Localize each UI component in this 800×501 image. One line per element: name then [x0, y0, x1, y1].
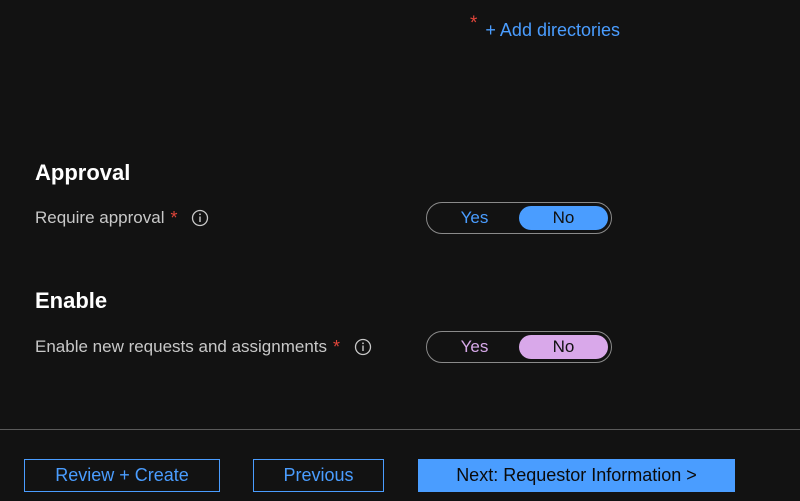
required-marker: *	[470, 13, 478, 34]
required-marker: *	[333, 336, 341, 357]
info-icon[interactable]	[354, 338, 372, 356]
review-create-button[interactable]: Review + Create	[24, 459, 220, 492]
info-icon[interactable]	[191, 209, 209, 227]
require-approval-label-row: Require approval *	[35, 206, 209, 230]
approval-heading: Approval	[35, 160, 131, 185]
required-marker: *	[170, 207, 178, 228]
enable-requests-toggle[interactable]: Yes No	[426, 331, 612, 363]
enable-requests-no-option[interactable]: No	[519, 335, 608, 359]
access-package-policy-page: * + Add directories Approval Require app…	[0, 0, 800, 501]
previous-button[interactable]: Previous	[253, 459, 384, 492]
enable-heading: Enable	[35, 288, 108, 313]
enable-requests-yes-option[interactable]: Yes	[430, 335, 519, 359]
add-directories-link[interactable]: + Add directories	[485, 17, 620, 43]
enable-requests-label: Enable new requests and assignments	[35, 337, 328, 356]
enable-requests-label-row: Enable new requests and assignments *	[35, 335, 372, 359]
footer-divider	[0, 429, 800, 430]
require-approval-yes-option[interactable]: Yes	[430, 206, 519, 230]
require-approval-label: Require approval	[35, 208, 165, 227]
add-directories-row: * + Add directories	[470, 13, 620, 43]
next-requestor-information-button[interactable]: Next: Requestor Information >	[418, 459, 735, 492]
require-approval-toggle[interactable]: Yes No	[426, 202, 612, 234]
require-approval-no-option[interactable]: No	[519, 206, 608, 230]
